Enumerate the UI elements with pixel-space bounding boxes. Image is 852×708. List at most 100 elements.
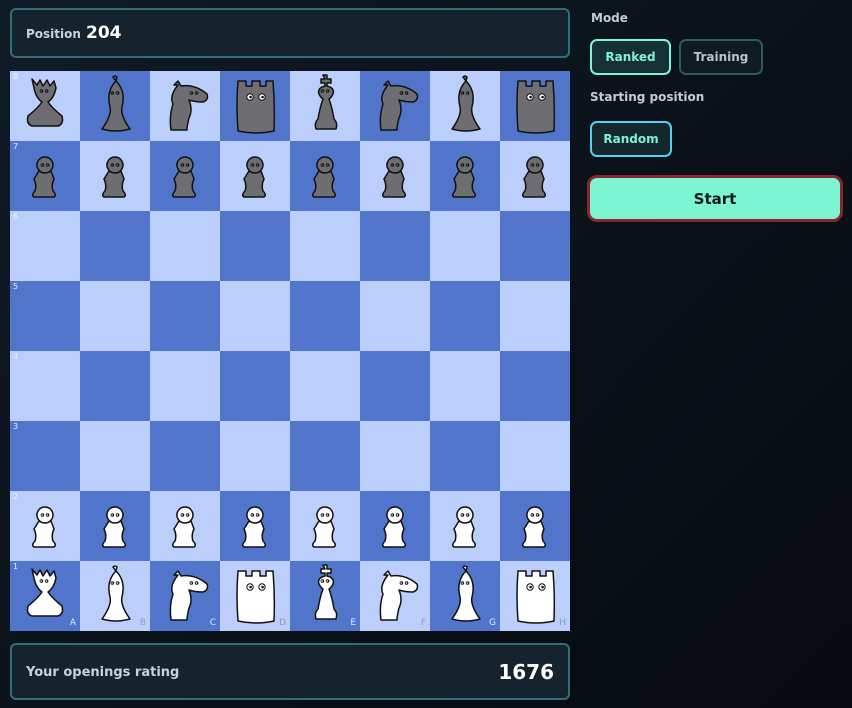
- square-h5[interactable]: [500, 281, 570, 351]
- black-king-icon[interactable]: [290, 71, 360, 141]
- square-c4[interactable]: [150, 351, 220, 421]
- white-pawn-icon[interactable]: [430, 491, 500, 561]
- square-a7[interactable]: 7: [10, 141, 80, 211]
- white-pawn-icon[interactable]: [290, 491, 360, 561]
- white-king-icon[interactable]: [290, 561, 360, 631]
- square-f3[interactable]: [360, 421, 430, 491]
- square-e4[interactable]: [290, 351, 360, 421]
- white-pawn-icon[interactable]: [10, 491, 80, 561]
- square-c6[interactable]: [150, 211, 220, 281]
- square-f7[interactable]: [360, 141, 430, 211]
- square-c2[interactable]: [150, 491, 220, 561]
- square-a5[interactable]: 5: [10, 281, 80, 351]
- square-h1[interactable]: H: [500, 561, 570, 631]
- square-a2[interactable]: 2: [10, 491, 80, 561]
- square-b2[interactable]: [80, 491, 150, 561]
- white-pawn-icon[interactable]: [80, 491, 150, 561]
- square-e2[interactable]: [290, 491, 360, 561]
- square-e7[interactable]: [290, 141, 360, 211]
- square-d3[interactable]: [220, 421, 290, 491]
- square-f8[interactable]: [360, 71, 430, 141]
- square-d7[interactable]: [220, 141, 290, 211]
- square-g4[interactable]: [430, 351, 500, 421]
- square-c5[interactable]: [150, 281, 220, 351]
- black-rook-icon[interactable]: [500, 71, 570, 141]
- black-knight-icon[interactable]: [360, 71, 430, 141]
- square-g2[interactable]: [430, 491, 500, 561]
- square-a8[interactable]: 8: [10, 71, 80, 141]
- square-g1[interactable]: G: [430, 561, 500, 631]
- black-pawn-icon[interactable]: [360, 141, 430, 211]
- square-d2[interactable]: [220, 491, 290, 561]
- white-pawn-icon[interactable]: [360, 491, 430, 561]
- square-h6[interactable]: [500, 211, 570, 281]
- black-pawn-icon[interactable]: [220, 141, 290, 211]
- white-rook-icon[interactable]: [220, 561, 290, 631]
- white-pawn-icon[interactable]: [500, 491, 570, 561]
- white-pawn-icon[interactable]: [150, 491, 220, 561]
- square-f6[interactable]: [360, 211, 430, 281]
- square-c3[interactable]: [150, 421, 220, 491]
- black-pawn-icon[interactable]: [150, 141, 220, 211]
- square-e6[interactable]: [290, 211, 360, 281]
- square-h4[interactable]: [500, 351, 570, 421]
- white-bishop-icon[interactable]: [430, 561, 500, 631]
- square-d1[interactable]: D: [220, 561, 290, 631]
- square-f1[interactable]: F: [360, 561, 430, 631]
- square-f2[interactable]: [360, 491, 430, 561]
- square-h8[interactable]: [500, 71, 570, 141]
- square-f4[interactable]: [360, 351, 430, 421]
- square-e8[interactable]: [290, 71, 360, 141]
- black-rook-icon[interactable]: [220, 71, 290, 141]
- square-h3[interactable]: [500, 421, 570, 491]
- white-knight-icon[interactable]: [360, 561, 430, 631]
- square-g8[interactable]: [430, 71, 500, 141]
- black-pawn-icon[interactable]: [290, 141, 360, 211]
- square-h7[interactable]: [500, 141, 570, 211]
- square-b6[interactable]: [80, 211, 150, 281]
- square-g6[interactable]: [430, 211, 500, 281]
- square-a1[interactable]: 1A: [10, 561, 80, 631]
- black-bishop-icon[interactable]: [80, 71, 150, 141]
- square-c1[interactable]: C: [150, 561, 220, 631]
- square-g3[interactable]: [430, 421, 500, 491]
- training-button[interactable]: Training: [679, 39, 763, 75]
- black-bishop-icon[interactable]: [430, 71, 500, 141]
- square-a4[interactable]: 4: [10, 351, 80, 421]
- black-queen-icon[interactable]: [10, 71, 80, 141]
- white-knight-icon[interactable]: [150, 561, 220, 631]
- black-pawn-icon[interactable]: [430, 141, 500, 211]
- square-a6[interactable]: 6: [10, 211, 80, 281]
- square-g5[interactable]: [430, 281, 500, 351]
- black-pawn-icon[interactable]: [10, 141, 80, 211]
- square-e1[interactable]: E: [290, 561, 360, 631]
- random-button[interactable]: Random: [590, 121, 672, 157]
- black-pawn-icon[interactable]: [500, 141, 570, 211]
- square-b3[interactable]: [80, 421, 150, 491]
- square-b1[interactable]: B: [80, 561, 150, 631]
- start-button[interactable]: Start: [587, 175, 843, 222]
- square-b4[interactable]: [80, 351, 150, 421]
- square-d8[interactable]: [220, 71, 290, 141]
- white-queen-icon[interactable]: [10, 561, 80, 631]
- square-d6[interactable]: [220, 211, 290, 281]
- chess-board[interactable]: 876 5 4 3 21ABCDEFGH: [10, 71, 570, 631]
- square-a3[interactable]: 3: [10, 421, 80, 491]
- white-bishop-icon[interactable]: [80, 561, 150, 631]
- square-h2[interactable]: [500, 491, 570, 561]
- square-g7[interactable]: [430, 141, 500, 211]
- square-b7[interactable]: [80, 141, 150, 211]
- square-b5[interactable]: [80, 281, 150, 351]
- square-d5[interactable]: [220, 281, 290, 351]
- ranked-button[interactable]: Ranked: [590, 39, 671, 75]
- white-rook-icon[interactable]: [500, 561, 570, 631]
- black-knight-icon[interactable]: [150, 71, 220, 141]
- square-e5[interactable]: [290, 281, 360, 351]
- square-f5[interactable]: [360, 281, 430, 351]
- square-c8[interactable]: [150, 71, 220, 141]
- white-pawn-icon[interactable]: [220, 491, 290, 561]
- square-b8[interactable]: [80, 71, 150, 141]
- square-d4[interactable]: [220, 351, 290, 421]
- black-pawn-icon[interactable]: [80, 141, 150, 211]
- square-e3[interactable]: [290, 421, 360, 491]
